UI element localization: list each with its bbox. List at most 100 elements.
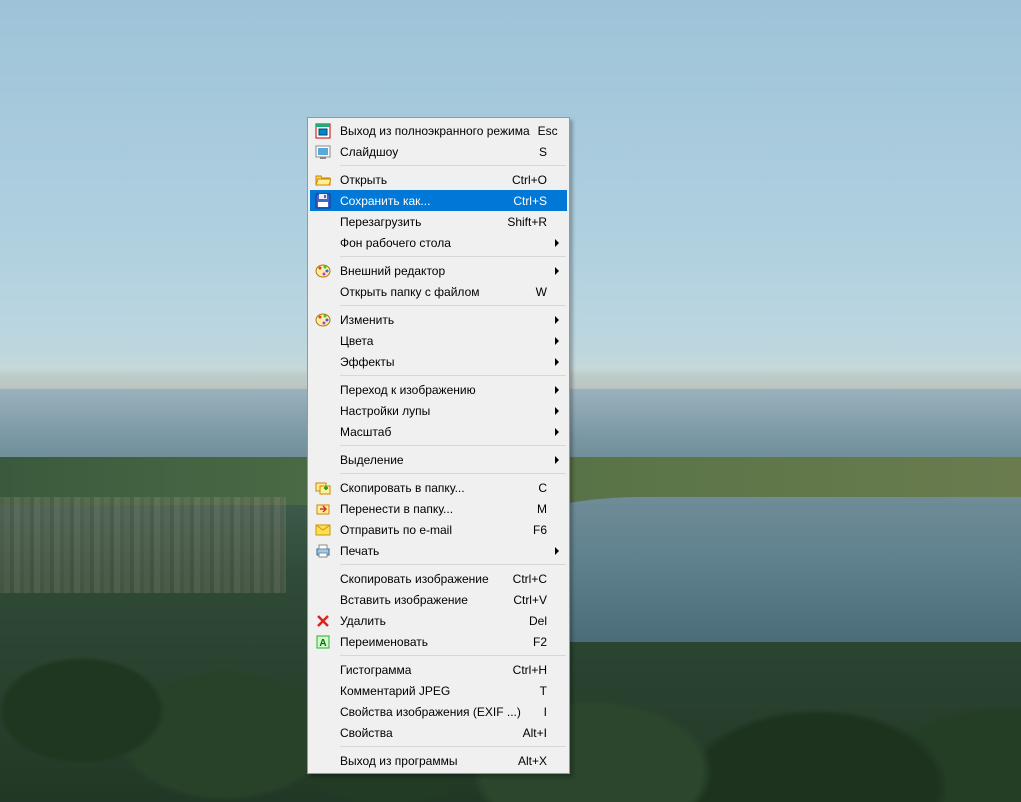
menu-item-shortcut: Ctrl+H — [505, 663, 547, 677]
menu-item-zoom[interactable]: Масштаб — [310, 421, 567, 442]
submenu-arrow-icon — [555, 547, 559, 555]
menu-item-label: Открыть папку с файлом — [334, 285, 528, 299]
menu-item-shortcut: S — [531, 145, 547, 159]
submenu-arrow-icon — [555, 428, 559, 436]
rename-icon: A — [312, 631, 334, 652]
menu-item-goto-image[interactable]: Переход к изображению — [310, 379, 567, 400]
menu-item-save-as[interactable]: Сохранить как...Ctrl+S — [310, 190, 567, 211]
blank-icon — [312, 659, 334, 680]
menu-item-slideshow[interactable]: СлайдшоуS — [310, 141, 567, 162]
menu-item-loupe-settings[interactable]: Настройки лупы — [310, 400, 567, 421]
menu-item-label: Фон рабочего стола — [334, 236, 547, 250]
slideshow-icon — [312, 141, 334, 162]
menu-item-label: Цвета — [334, 334, 547, 348]
menu-item-image-properties[interactable]: Свойства изображения (EXIF ...)I — [310, 701, 567, 722]
menu-item-properties[interactable]: СвойстваAlt+I — [310, 722, 567, 743]
submenu-arrow-icon — [555, 386, 559, 394]
menu-item-effects[interactable]: Эффекты — [310, 351, 567, 372]
menu-item-label: Вставить изображение — [334, 593, 505, 607]
fullscreen-exit-icon — [312, 120, 334, 141]
menu-item-shortcut: Ctrl+S — [505, 194, 547, 208]
blank-icon — [312, 421, 334, 442]
menu-item-label: Масштаб — [334, 425, 547, 439]
menu-item-open[interactable]: ОткрытьCtrl+O — [310, 169, 567, 190]
menu-item-reload[interactable]: ПерезагрузитьShift+R — [310, 211, 567, 232]
submenu-arrow-icon — [555, 267, 559, 275]
menu-item-jpeg-comment[interactable]: Комментарий JPEGT — [310, 680, 567, 701]
menu-item-delete[interactable]: УдалитьDel — [310, 610, 567, 631]
menu-item-shortcut: Del — [521, 614, 547, 628]
menu-item-label: Свойства — [334, 726, 515, 740]
menu-item-shortcut: Shift+R — [499, 215, 547, 229]
submenu-arrow-icon — [555, 456, 559, 464]
menu-item-label: Слайдшоу — [334, 145, 531, 159]
menu-item-paste-image[interactable]: Вставить изображениеCtrl+V — [310, 589, 567, 610]
menu-item-label: Переименовать — [334, 635, 525, 649]
menu-item-edit[interactable]: Изменить — [310, 309, 567, 330]
menu-item-move-to-folder[interactable]: Перенести в папку...M — [310, 498, 567, 519]
blank-icon — [312, 449, 334, 470]
folder-open-icon — [312, 169, 334, 190]
menu-item-exit-fullscreen[interactable]: Выход из полноэкранного режимаEsc — [310, 120, 567, 141]
menu-item-shortcut: C — [530, 481, 547, 495]
context-menu[interactable]: Выход из полноэкранного режимаEscСлайдшо… — [307, 117, 570, 774]
blank-icon — [312, 589, 334, 610]
menu-item-shortcut: I — [536, 705, 547, 719]
menu-item-copy-to-folder[interactable]: Скопировать в папку...C — [310, 477, 567, 498]
blank-icon — [312, 281, 334, 302]
menu-item-external-editor[interactable]: Внешний редактор — [310, 260, 567, 281]
menu-separator — [340, 256, 566, 257]
menu-item-label: Открыть — [334, 173, 504, 187]
menu-item-shortcut: F2 — [525, 635, 547, 649]
copy-folder-icon — [312, 477, 334, 498]
menu-item-send-email[interactable]: Отправить по e-mailF6 — [310, 519, 567, 540]
menu-item-shortcut: Ctrl+V — [505, 593, 547, 607]
menu-separator — [340, 473, 566, 474]
blank-icon — [312, 400, 334, 421]
menu-item-label: Выделение — [334, 453, 547, 467]
menu-item-shortcut: Alt+X — [510, 754, 547, 768]
blank-icon — [312, 379, 334, 400]
menu-item-label: Выход из программы — [334, 754, 510, 768]
blank-icon — [312, 351, 334, 372]
menu-item-print[interactable]: Печать — [310, 540, 567, 561]
blank-icon — [312, 330, 334, 351]
menu-item-exit[interactable]: Выход из программыAlt+X — [310, 750, 567, 771]
menu-item-histogram[interactable]: ГистограммаCtrl+H — [310, 659, 567, 680]
svg-text:A: A — [319, 638, 326, 649]
submenu-arrow-icon — [555, 316, 559, 324]
menu-item-shortcut: M — [529, 502, 547, 516]
submenu-arrow-icon — [555, 407, 559, 415]
blank-icon — [312, 568, 334, 589]
menu-item-open-folder[interactable]: Открыть папку с файломW — [310, 281, 567, 302]
menu-item-rename[interactable]: A ПереименоватьF2 — [310, 631, 567, 652]
menu-item-label: Перенести в папку... — [334, 502, 529, 516]
menu-item-desktop-background[interactable]: Фон рабочего стола — [310, 232, 567, 253]
menu-item-colors[interactable]: Цвета — [310, 330, 567, 351]
menu-item-label: Выход из полноэкранного режима — [334, 124, 530, 138]
blank-icon — [312, 232, 334, 253]
menu-item-label: Настройки лупы — [334, 404, 547, 418]
menu-item-label: Перезагрузить — [334, 215, 499, 229]
blank-icon — [312, 680, 334, 701]
blank-icon — [312, 750, 334, 771]
menu-item-label: Отправить по e-mail — [334, 523, 525, 537]
menu-item-shortcut: Ctrl+C — [505, 572, 547, 586]
menu-item-shortcut: T — [532, 684, 547, 698]
move-folder-icon — [312, 498, 334, 519]
menu-item-label: Эффекты — [334, 355, 547, 369]
menu-separator — [340, 564, 566, 565]
menu-item-copy-image[interactable]: Скопировать изображениеCtrl+C — [310, 568, 567, 589]
menu-item-selection[interactable]: Выделение — [310, 449, 567, 470]
menu-separator — [340, 375, 566, 376]
menu-item-label: Изменить — [334, 313, 547, 327]
menu-item-label: Комментарий JPEG — [334, 684, 532, 698]
menu-item-label: Внешний редактор — [334, 264, 547, 278]
menu-separator — [340, 305, 566, 306]
submenu-arrow-icon — [555, 239, 559, 247]
menu-item-label: Переход к изображению — [334, 383, 547, 397]
save-icon — [312, 190, 334, 211]
palette-icon — [312, 260, 334, 281]
menu-item-shortcut: F6 — [525, 523, 547, 537]
palette-icon — [312, 309, 334, 330]
